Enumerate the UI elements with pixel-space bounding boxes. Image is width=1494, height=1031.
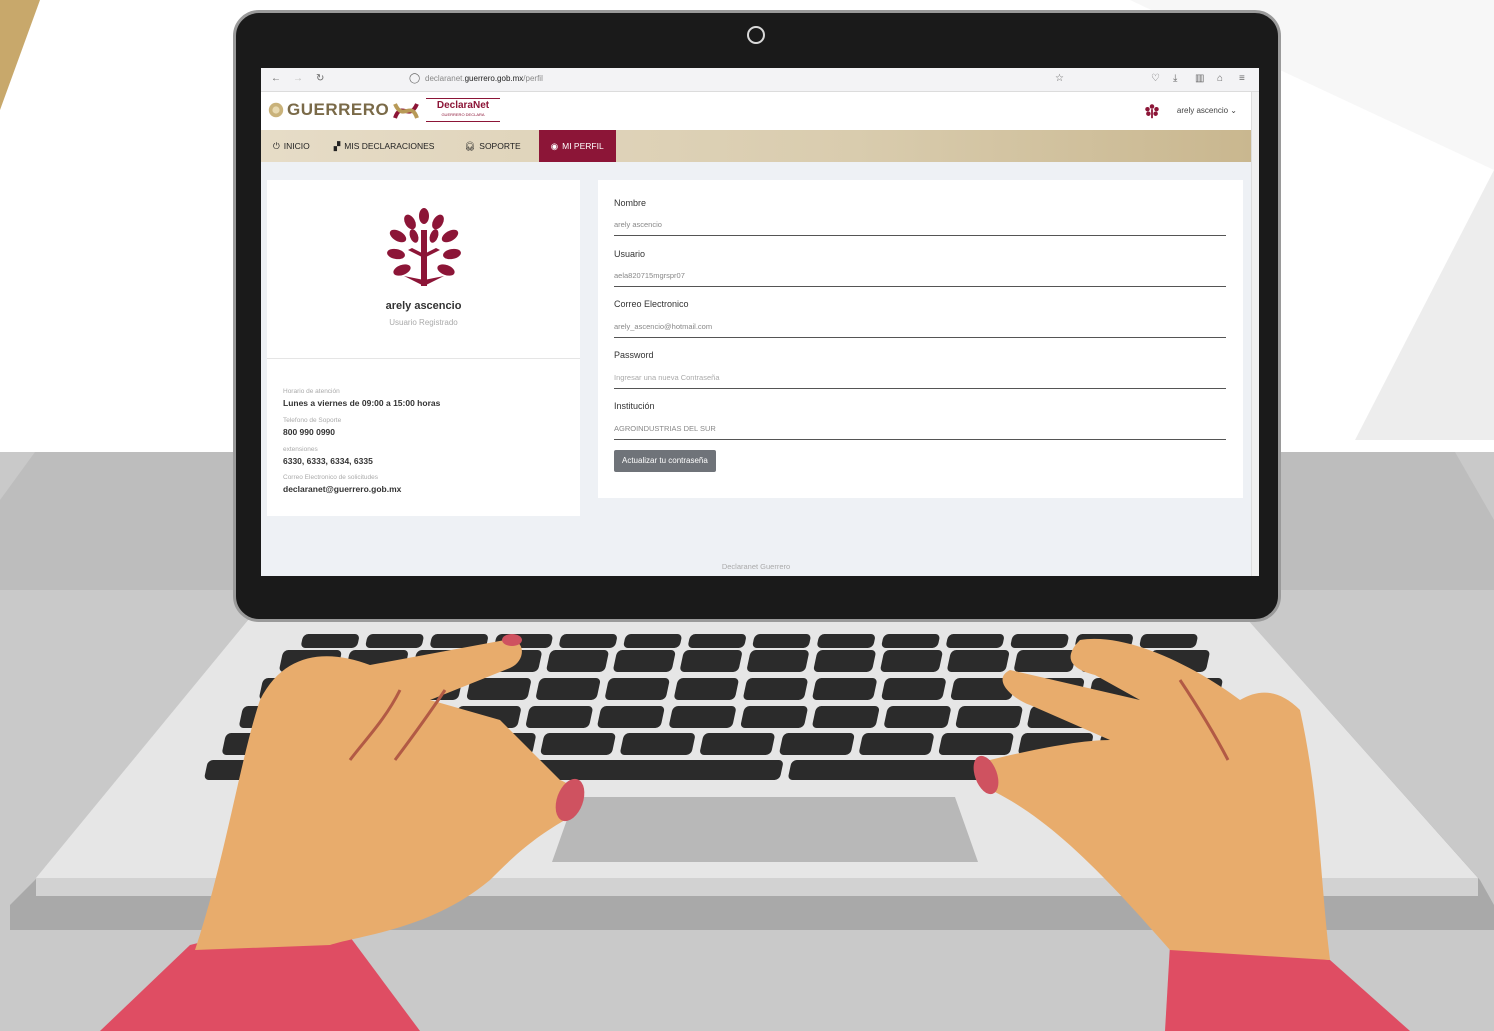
illustration-stage: ← → ↻ ◯ declaranet.guerrero.gob.mx/perfi… xyxy=(0,0,1494,1031)
typing-hands xyxy=(100,634,1410,1031)
